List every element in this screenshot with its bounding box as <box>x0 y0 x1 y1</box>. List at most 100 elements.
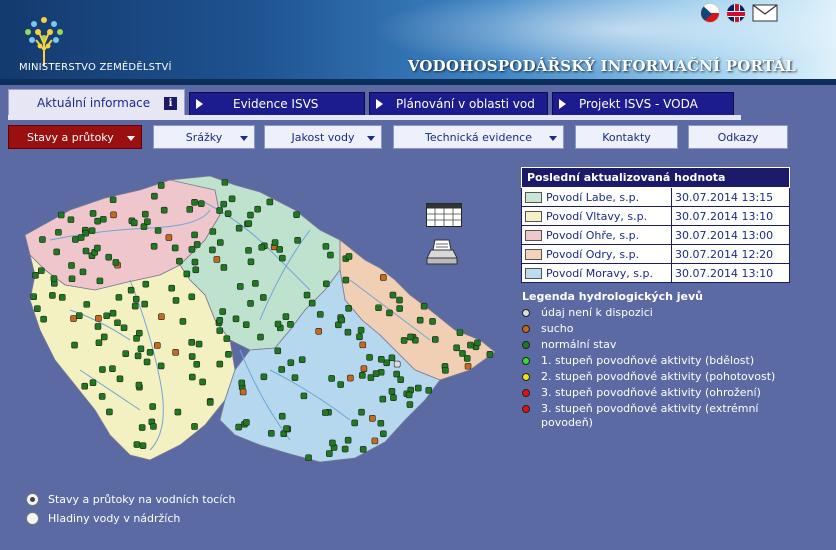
tab-aktualni-informace[interactable]: Aktuální informace i <box>8 89 185 116</box>
gauging-station[interactable] <box>220 264 228 271</box>
gauging-station[interactable] <box>55 228 62 236</box>
gauging-station[interactable] <box>57 211 65 219</box>
gauging-station[interactable] <box>100 215 107 223</box>
gauging-station[interactable] <box>356 333 363 341</box>
gauging-station[interactable] <box>344 436 352 444</box>
gauging-station[interactable] <box>486 351 494 358</box>
basin-name-cell[interactable]: Povodí Ohře, s.p. <box>521 225 672 245</box>
gauging-station[interactable] <box>176 257 183 265</box>
gauging-station[interactable] <box>71 341 78 349</box>
basin-name-cell[interactable]: Povodí Vltavy, s.p. <box>521 206 672 226</box>
gauging-station[interactable] <box>191 231 198 239</box>
gauging-station[interactable] <box>358 408 365 416</box>
gauging-station[interactable] <box>308 299 316 307</box>
gauging-station[interactable] <box>223 335 231 342</box>
gauging-station[interactable] <box>278 366 286 373</box>
gauging-station[interactable] <box>431 336 439 343</box>
gauging-station[interactable] <box>393 360 401 368</box>
gauging-station[interactable] <box>300 392 308 400</box>
gauging-station[interactable] <box>120 324 128 332</box>
gauging-station[interactable] <box>114 319 121 327</box>
gauging-station[interactable] <box>206 399 214 406</box>
basin-name-cell[interactable]: Povodí Odry, s.p. <box>521 244 672 264</box>
gauging-station[interactable] <box>165 234 173 241</box>
gauging-station[interactable] <box>171 244 179 252</box>
gauging-station[interactable] <box>209 228 217 235</box>
gauging-station[interactable] <box>416 316 424 324</box>
gauging-station[interactable] <box>327 251 334 259</box>
gauging-station[interactable] <box>115 294 123 301</box>
gauging-station[interactable] <box>141 300 148 308</box>
gauging-station[interactable] <box>442 367 449 374</box>
info-icon[interactable]: i <box>164 97 177 110</box>
gauging-station[interactable] <box>453 344 460 352</box>
gauging-station[interactable] <box>216 327 224 334</box>
gauging-station[interactable] <box>68 262 75 269</box>
gauging-station[interactable] <box>315 327 323 335</box>
gauging-station[interactable] <box>429 318 436 325</box>
gauging-station[interactable] <box>303 291 311 299</box>
gauging-station[interactable] <box>397 376 404 384</box>
gauging-station[interactable] <box>379 395 387 403</box>
gauging-station[interactable] <box>274 320 282 328</box>
tab-evidence-isvs[interactable]: Evidence ISVS <box>189 92 365 116</box>
gauging-station[interactable] <box>142 210 149 218</box>
gauging-station[interactable] <box>268 430 275 437</box>
gauging-station[interactable] <box>109 365 116 373</box>
gauging-station[interactable] <box>157 362 165 370</box>
gauging-station[interactable] <box>388 354 396 362</box>
gauging-station[interactable] <box>188 353 196 360</box>
gauging-station[interactable] <box>282 313 290 320</box>
tab-planovani[interactable]: Plánování v oblasti vod <box>369 92 548 116</box>
gauging-station[interactable] <box>216 360 224 368</box>
gauging-station[interactable] <box>260 373 268 381</box>
gauging-station[interactable] <box>245 220 253 227</box>
gauging-station[interactable] <box>287 359 295 366</box>
gauging-station[interactable] <box>238 379 246 387</box>
gauging-station[interactable] <box>291 374 299 381</box>
gauging-station[interactable] <box>220 200 227 208</box>
gauging-station[interactable] <box>191 423 198 430</box>
gauging-station[interactable] <box>95 339 103 347</box>
gauging-station[interactable] <box>322 409 329 416</box>
gauging-station[interactable] <box>217 239 224 246</box>
gauging-station[interactable] <box>243 419 250 426</box>
gauging-station[interactable] <box>341 445 349 453</box>
gauging-station[interactable] <box>456 329 464 336</box>
gauging-station[interactable] <box>474 339 481 347</box>
gauging-station[interactable] <box>133 335 140 342</box>
gauging-station[interactable] <box>351 419 359 427</box>
table-view-icon[interactable] <box>426 203 462 227</box>
gauging-station[interactable] <box>139 442 147 449</box>
gauging-station[interactable] <box>371 437 379 445</box>
gauging-station[interactable] <box>179 318 187 325</box>
gauging-station[interactable] <box>75 312 83 320</box>
gauging-station[interactable] <box>260 294 267 301</box>
gauging-station[interactable] <box>245 247 252 254</box>
gauging-station[interactable] <box>464 362 472 370</box>
gauging-station[interactable] <box>174 408 182 416</box>
gauging-station[interactable] <box>463 355 471 362</box>
czech-flag-icon[interactable] <box>700 3 720 23</box>
gauging-station[interactable] <box>347 374 354 382</box>
gauging-station[interactable] <box>396 305 403 312</box>
gauging-station[interactable] <box>337 381 344 388</box>
gauging-station[interactable] <box>191 258 199 266</box>
gauging-station[interactable] <box>100 333 108 341</box>
gauging-station[interactable] <box>83 301 91 308</box>
gauging-station[interactable] <box>393 370 400 378</box>
gauging-station[interactable] <box>283 425 290 432</box>
gauging-station[interactable] <box>323 280 330 288</box>
gauging-station[interactable] <box>279 254 286 262</box>
radio-stavy-a-prutoky[interactable]: Stavy a průtoky na vodních tocích <box>26 490 235 509</box>
gauging-station[interactable] <box>122 350 130 357</box>
gauging-station[interactable] <box>377 419 385 427</box>
gauging-station[interactable] <box>168 284 176 292</box>
gauging-station[interactable] <box>242 321 250 328</box>
gauging-station[interactable] <box>375 304 382 312</box>
gauging-station[interactable] <box>344 328 352 336</box>
gauging-station[interactable] <box>30 293 37 301</box>
gauging-station[interactable] <box>116 375 124 383</box>
uk-flag-icon[interactable] <box>726 3 746 23</box>
gauging-station[interactable] <box>274 347 282 355</box>
